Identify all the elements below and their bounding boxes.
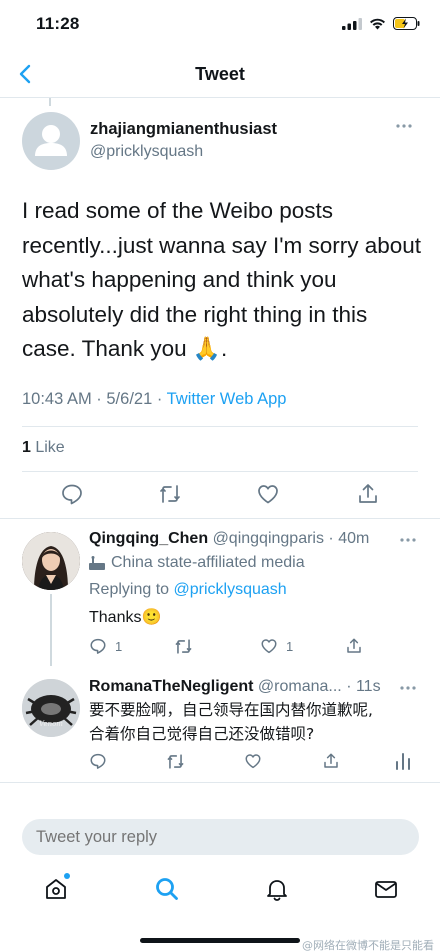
reply-author-name[interactable]: Qingqing_Chen [89, 530, 208, 547]
reply-text-line: 要不要脸啊，自己领导在国内替你道歉呢, [89, 701, 373, 719]
signal-icon [342, 17, 362, 30]
main-tweet-author[interactable]: zhajiangmianenthusiast @pricklysquash [22, 112, 440, 170]
share-icon [324, 753, 338, 768]
like-count: 1 [286, 638, 294, 654]
analytics-icon [396, 753, 410, 770]
like-heart-icon [261, 639, 277, 654]
reply-author-line: Qingqing_Chen @qingqingparis · 40m [89, 530, 369, 548]
battery-charging-icon [393, 17, 420, 30]
svg-text:Venom: Venom [39, 720, 63, 728]
reply-icon[interactable] [60, 482, 84, 506]
like-heart-icon[interactable] [256, 482, 280, 506]
author-name[interactable]: zhajiangmianenthusiast [90, 120, 277, 139]
reply-author-handle[interactable]: @qingqingparis · 40m [213, 530, 370, 547]
reply-actions [89, 752, 419, 774]
notification-dot [64, 873, 70, 879]
retweet-button[interactable] [166, 752, 185, 771]
profile-photo: Venom [22, 679, 80, 737]
reply-author-name[interactable]: RomanaTheNegligent [89, 678, 253, 695]
default-profile-icon [35, 125, 67, 156]
bell-icon [267, 880, 287, 901]
reply-button[interactable] [89, 752, 107, 770]
reply-icon [90, 753, 106, 769]
tweet-meta: 10:43 AM · 5/6/21 · Twitter Web App [22, 390, 286, 409]
reply-button[interactable]: 1 [89, 637, 122, 655]
reply-text: Thanks🙂 [89, 609, 162, 626]
reply-actions: 1 1 [89, 637, 419, 659]
tweet-actions [0, 482, 440, 512]
tab-search[interactable] [153, 875, 181, 903]
retweet-button[interactable] [174, 637, 193, 656]
analytics-button[interactable] [395, 752, 411, 770]
more-options-icon[interactable] [400, 538, 416, 542]
reply-input[interactable] [22, 819, 419, 855]
likes-count[interactable]: 1 Like [22, 439, 65, 457]
retweet-icon [167, 754, 184, 769]
divider [0, 518, 440, 519]
like-heart-icon [245, 754, 261, 769]
retweet-icon[interactable] [158, 482, 182, 506]
tweet-timestamp: 10:43 AM · 5/6/21 · [22, 390, 167, 408]
reply-count: 1 [115, 638, 123, 654]
thread-connector [49, 98, 51, 106]
bottom-bar: @网络在微博不能是只能看 [0, 782, 440, 952]
mail-icon [375, 881, 397, 898]
top-nav-bar: Tweet [0, 50, 440, 98]
retweet-icon [175, 639, 192, 654]
like-button[interactable] [244, 752, 262, 770]
share-icon[interactable] [356, 482, 380, 506]
share-icon [347, 638, 361, 653]
profile-photo [22, 532, 80, 590]
share-button[interactable] [345, 637, 363, 655]
reply-author-line: RomanaTheNegligent @romana... · 11s [89, 678, 381, 696]
reply-text-line: 合着你自己觉得自己还没做错呗? [89, 725, 315, 743]
like-button[interactable]: 1 [260, 637, 293, 655]
home-icon [46, 879, 66, 899]
mention-link[interactable]: @pricklysquash [174, 581, 287, 598]
reply-icon [90, 638, 106, 654]
avatar[interactable] [22, 532, 80, 590]
tab-home[interactable] [42, 873, 70, 903]
replying-to-prefix: Replying to [89, 581, 174, 598]
state-media-text: China state-affiliated media [111, 554, 305, 571]
thread-connector [50, 594, 52, 666]
share-button[interactable] [322, 752, 340, 770]
divider [22, 471, 418, 472]
like-count-number: 1 [22, 439, 31, 456]
status-bar: 11:28 [0, 0, 440, 50]
watermark-text: @网络在微博不能是只能看 [302, 939, 434, 952]
more-options-icon[interactable] [400, 686, 416, 690]
avatar[interactable] [22, 112, 80, 170]
avatar[interactable]: Venom [22, 679, 80, 737]
tweet-text: I read some of the Weibo posts recently.… [22, 198, 422, 361]
more-options-icon[interactable] [396, 124, 412, 128]
wifi-icon [370, 18, 385, 29]
status-time: 11:28 [36, 14, 80, 33]
reply-text: 要不要脸啊，自己领导在国内替你道歉呢, 合着你自己觉得自己还没做错呗? [89, 698, 373, 746]
replying-to: Replying to @pricklysquash [89, 581, 287, 599]
search-icon [156, 878, 178, 900]
tab-bar [0, 873, 440, 911]
status-icons [342, 17, 420, 30]
like-count-label: Like [30, 439, 65, 456]
podium-icon [89, 556, 105, 570]
state-media-label[interactable]: China state-affiliated media [89, 554, 305, 572]
home-indicator [140, 938, 300, 943]
tab-notifications[interactable] [263, 875, 291, 903]
divider [22, 426, 418, 427]
author-handle[interactable]: @pricklysquash [90, 143, 203, 161]
tab-messages[interactable] [372, 875, 400, 903]
tweet-source-link[interactable]: Twitter Web App [167, 390, 287, 408]
page-title: Tweet [195, 64, 245, 84]
reply-author-handle[interactable]: @romana... · 11s [258, 678, 381, 695]
